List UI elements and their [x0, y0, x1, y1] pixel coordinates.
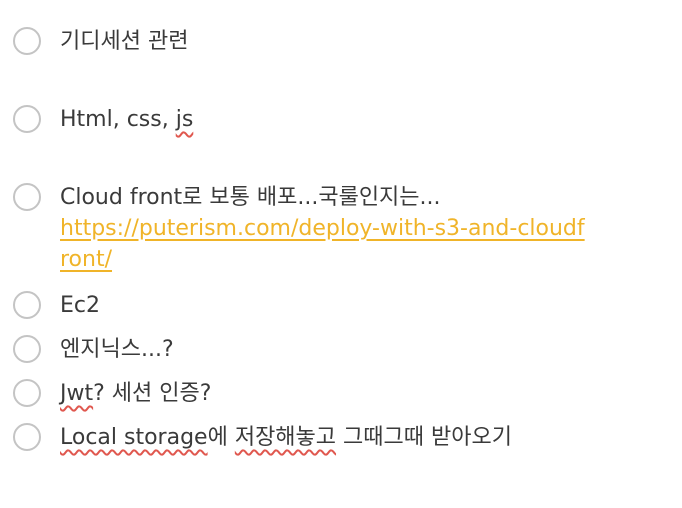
- todo-checkbox[interactable]: [13, 183, 41, 211]
- todo-list: 기디세션 관련 Html, css, js Cloud front로 보통 배포…: [0, 0, 682, 508]
- todo-text[interactable]: Ec2: [60, 290, 620, 321]
- todo-text[interactable]: Html, css, js: [60, 104, 620, 135]
- todo-text[interactable]: 기디세션 관련: [60, 26, 620, 57]
- todo-checkbox[interactable]: [13, 379, 41, 407]
- todo-checkbox[interactable]: [13, 291, 41, 319]
- todo-text[interactable]: Local storage에 저장해놓고 그때그때 받아오기: [60, 422, 620, 453]
- todo-text-part: 에: [207, 425, 235, 450]
- deploy-link[interactable]: https://puterism.com/deploy-with-s3-and-…: [60, 213, 590, 275]
- todo-text-part: ? 세션 인증?: [93, 381, 212, 406]
- todo-text-part: Cloud front로 보통 배포...국룰인지는...: [60, 185, 441, 210]
- misspelled-word: js: [175, 107, 194, 132]
- misspelled-word: Local storage: [60, 425, 208, 450]
- todo-text[interactable]: 엔지닉스...?: [60, 334, 620, 365]
- misspelled-word: Jwt: [60, 381, 94, 406]
- todo-text[interactable]: Jwt? 세션 인증?: [60, 378, 620, 409]
- todo-checkbox[interactable]: [13, 27, 41, 55]
- todo-checkbox[interactable]: [13, 105, 41, 133]
- todo-checkbox[interactable]: [13, 335, 41, 363]
- todo-text[interactable]: Cloud front로 보통 배포...국룰인지는... https://pu…: [60, 182, 620, 275]
- todo-text-part: Html, css,: [60, 107, 176, 132]
- misspelled-word: 저장해놓고: [234, 425, 337, 450]
- todo-text-part: 그때그때 받아오기: [336, 425, 512, 450]
- todo-checkbox[interactable]: [13, 423, 41, 451]
